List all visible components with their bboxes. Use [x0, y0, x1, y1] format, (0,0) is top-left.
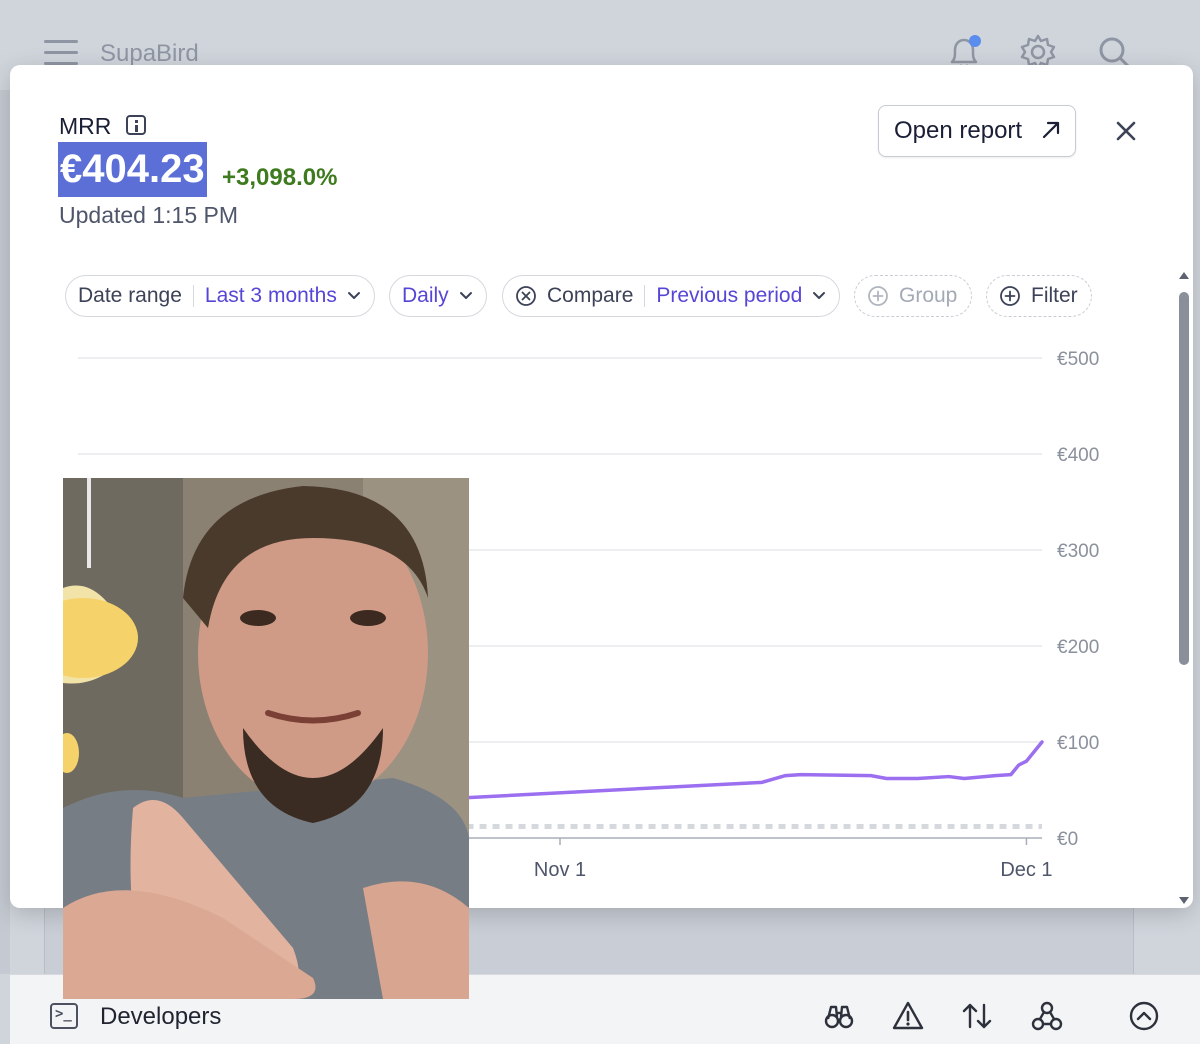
- clear-circle-icon[interactable]: [515, 285, 537, 307]
- menu-icon[interactable]: [44, 40, 78, 66]
- chevron-down-icon: [347, 292, 360, 299]
- metric-change: +3,098.0%: [222, 164, 338, 191]
- y-tick-label: €0: [1057, 829, 1078, 850]
- date-range-value: Last 3 months: [204, 284, 337, 307]
- group-button[interactable]: Group: [854, 275, 972, 317]
- chevron-down-icon: [459, 292, 472, 299]
- updated-timestamp: Updated 1:15 PM: [59, 202, 239, 228]
- open-report-button[interactable]: Open report: [878, 105, 1076, 157]
- chevron-up-circle-icon[interactable]: [1127, 999, 1161, 1033]
- sort-arrows-icon[interactable]: [960, 999, 994, 1033]
- y-tick-label: €300: [1057, 541, 1099, 562]
- webcam-photo: [63, 478, 469, 999]
- date-range-filter[interactable]: Date range Last 3 months: [65, 275, 375, 317]
- close-icon[interactable]: [1110, 115, 1142, 147]
- interval-value: Daily: [402, 284, 449, 307]
- add-circle-icon: [868, 286, 888, 306]
- app-title: SupaBird: [100, 40, 199, 67]
- chevron-down-icon: [813, 292, 826, 299]
- x-tick-label: Nov 1: [534, 859, 586, 881]
- compare-label: Compare: [547, 284, 634, 307]
- filter-button[interactable]: Filter: [986, 275, 1092, 317]
- terminal-icon: >_: [50, 1003, 78, 1029]
- info-icon[interactable]: [126, 115, 146, 135]
- date-range-label: Date range: [78, 284, 182, 307]
- y-tick-label: €500: [1057, 349, 1099, 370]
- interval-select[interactable]: Daily: [389, 275, 487, 317]
- compare-filter[interactable]: Compare Previous period: [502, 275, 840, 317]
- y-tick-label: €400: [1057, 445, 1099, 466]
- open-report-label: Open report: [894, 117, 1023, 144]
- binoculars-icon[interactable]: [822, 999, 856, 1033]
- external-arrow-icon: [1042, 121, 1060, 139]
- scroll-down-arrow[interactable]: [1179, 897, 1189, 904]
- compare-value: Previous period: [656, 284, 803, 307]
- scroll-up-arrow[interactable]: [1179, 272, 1189, 279]
- filter-label: Filter: [1031, 284, 1078, 307]
- webhook-icon[interactable]: [1030, 999, 1064, 1033]
- y-tick-label: €200: [1057, 637, 1099, 658]
- warning-icon[interactable]: [891, 999, 925, 1033]
- x-tick-label: Dec 1: [1000, 859, 1052, 881]
- metric-value: €404.23: [58, 142, 207, 197]
- y-tick-label: €100: [1057, 733, 1099, 754]
- app-sidebar-edge: [0, 90, 10, 974]
- add-circle-icon: [1000, 286, 1020, 306]
- group-label: Group: [899, 284, 958, 307]
- scrollbar[interactable]: [1173, 272, 1193, 908]
- metric-label: MRR: [59, 113, 112, 139]
- developers-link[interactable]: Developers: [100, 1003, 221, 1031]
- scrollbar-thumb[interactable]: [1179, 292, 1189, 665]
